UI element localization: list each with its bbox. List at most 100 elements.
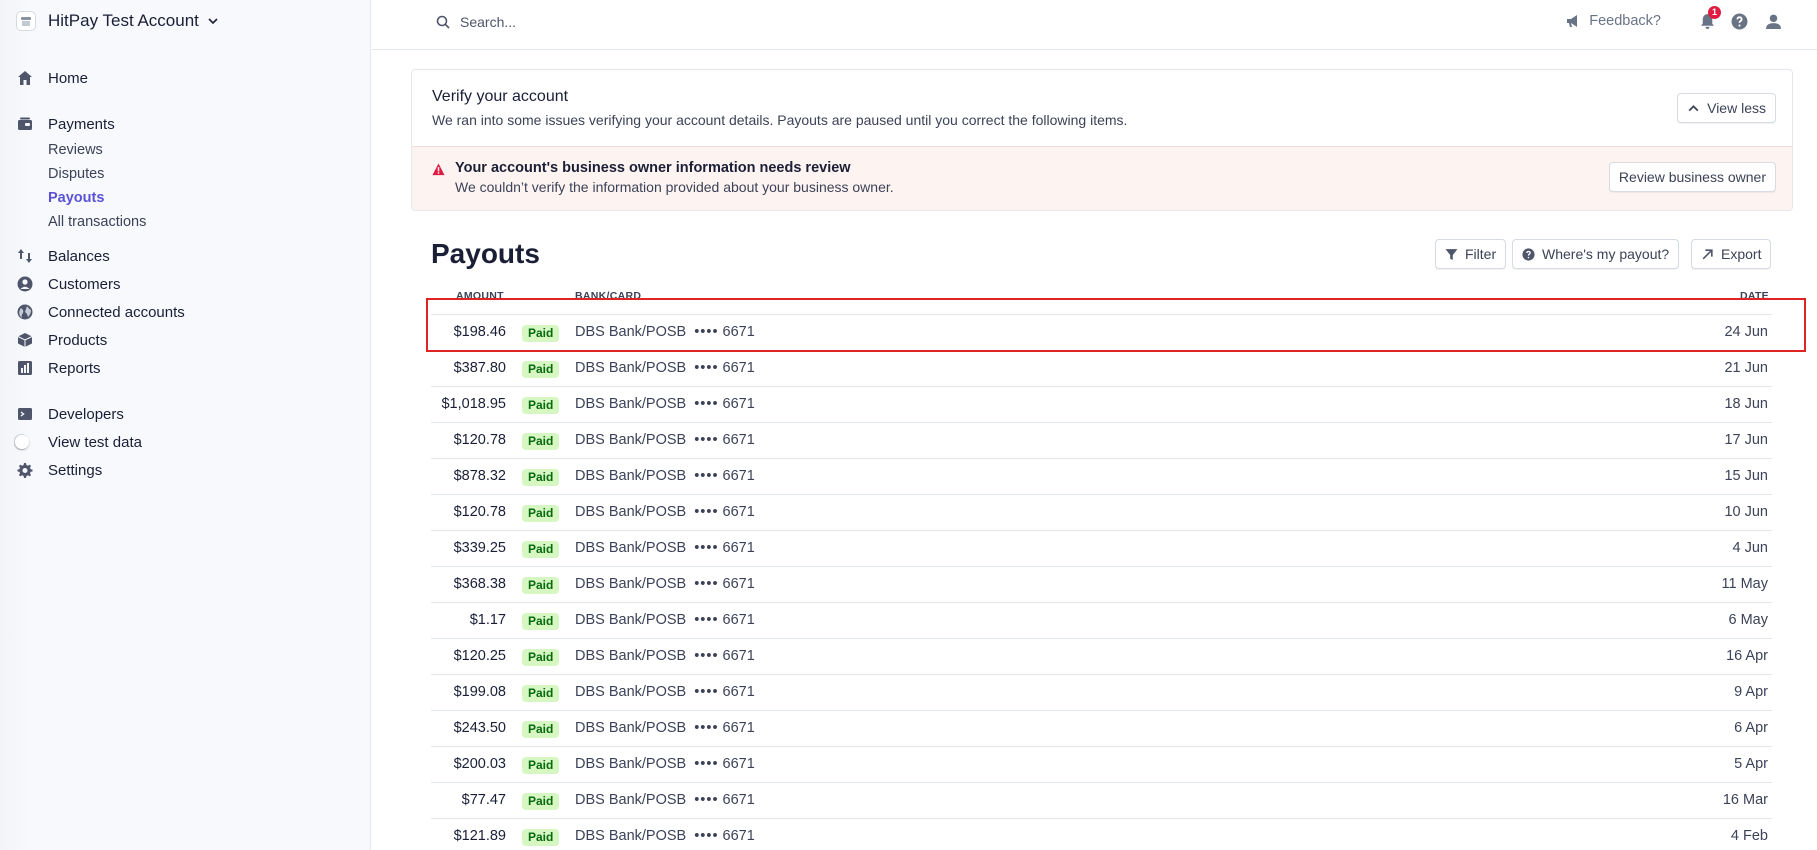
table-row[interactable]: $121.89 Paid DBS Bank/POSB •••• 6671 4 Feb (431, 819, 1772, 850)
table-row[interactable]: $120.78 Paid DBS Bank/POSB •••• 6671 10 Jun (431, 495, 1772, 531)
sidebar: HitPay Test Account Home Payments Review… (0, 0, 371, 850)
masked-dots: •••• (694, 504, 719, 520)
payout-amount: $878.32 (453, 468, 506, 484)
sidebar-item-disputes[interactable]: Disputes (48, 164, 104, 184)
table-row[interactable]: $339.25 Paid DBS Bank/POSB •••• 6671 4 Jun (431, 531, 1772, 567)
sidebar-item-customers[interactable]: Customers (16, 273, 121, 295)
sidebar-item-label: Home (48, 69, 89, 87)
notifications-button[interactable]: 1 (1697, 6, 1721, 31)
bank-name: DBS Bank/POSB (575, 504, 687, 520)
search-input[interactable] (460, 14, 960, 30)
search-icon (436, 15, 450, 29)
verify-header: Verify your account We ran into some iss… (412, 70, 1792, 147)
masked-dots: •••• (694, 540, 719, 556)
export-button[interactable]: Export (1691, 239, 1772, 269)
table-row[interactable]: $120.78 Paid DBS Bank/POSB •••• 6671 17 Jun (431, 423, 1772, 459)
table-row[interactable]: $200.03 Paid DBS Bank/POSB •••• 6671 5 Apr (431, 747, 1772, 783)
bank-name: DBS Bank/POSB (575, 612, 687, 628)
bank-card: DBS Bank/POSB •••• 6671 (575, 612, 755, 628)
export-label: Export (1721, 246, 1762, 262)
help-button[interactable] (1729, 11, 1749, 31)
export-arrow-icon (1702, 248, 1713, 259)
view-test-data-toggle[interactable]: View test data (14, 431, 142, 453)
table-row[interactable]: $120.25 Paid DBS Bank/POSB •••• 6671 16 Apr (431, 639, 1772, 675)
masked-dots: •••• (694, 684, 719, 700)
payout-amount: $1.17 (469, 612, 506, 628)
payout-amount: $199.08 (453, 684, 506, 700)
payout-date: 10 Jun (1724, 504, 1768, 520)
account-last4: 6671 (722, 540, 755, 556)
status-badge: Paid (522, 361, 560, 378)
sidebar-item-connected-accounts[interactable]: Connected accounts (16, 301, 185, 323)
payout-date: 17 Jun (1724, 432, 1768, 448)
payout-amount: $120.25 (453, 648, 506, 664)
globe-icon (16, 303, 34, 321)
masked-dots: •••• (694, 396, 719, 412)
sidebar-item-balances[interactable]: Balances (16, 245, 110, 267)
status-badge: Paid (522, 325, 560, 342)
status-badge: Paid (522, 649, 560, 666)
status-badge: Paid (522, 793, 560, 810)
table-row[interactable]: $77.47 Paid DBS Bank/POSB •••• 6671 16 Mar (431, 783, 1772, 819)
table-row[interactable]: $199.08 Paid DBS Bank/POSB •••• 6671 9 Apr (431, 675, 1772, 711)
sidebar-item-reports[interactable]: Reports (16, 357, 101, 379)
search-bar[interactable] (436, 12, 1036, 32)
toggle-switch[interactable] (14, 433, 34, 451)
payout-amount: $121.89 (453, 828, 506, 844)
bank-name: DBS Bank/POSB (575, 576, 687, 592)
sidebar-item-payouts[interactable]: Payouts (48, 188, 104, 208)
status-badge: Paid (522, 577, 560, 594)
masked-dots: •••• (694, 792, 719, 808)
bank-name: DBS Bank/POSB (575, 432, 687, 448)
sidebar-item-developers[interactable]: Developers (16, 403, 124, 425)
table-row[interactable]: $1.17 Paid DBS Bank/POSB •••• 6671 6 May (431, 603, 1772, 639)
payout-date: 6 Apr (1734, 720, 1768, 736)
payout-amount: $368.38 (453, 576, 506, 592)
payments-icon (16, 115, 34, 133)
account-last4: 6671 (722, 612, 755, 628)
table-row[interactable]: $878.32 Paid DBS Bank/POSB •••• 6671 15 Jun (431, 459, 1772, 495)
terminal-icon (16, 405, 34, 423)
view-less-button[interactable]: View less (1677, 93, 1776, 123)
wheres-my-payout-button[interactable]: Where's my payout? (1512, 239, 1680, 269)
account-switcher[interactable]: HitPay Test Account (16, 8, 219, 34)
filter-label: Filter (1465, 246, 1497, 262)
profile-button[interactable] (1763, 11, 1783, 31)
masked-dots: •••• (694, 432, 719, 448)
bank-name: DBS Bank/POSB (575, 396, 687, 412)
table-row[interactable]: $368.38 Paid DBS Bank/POSB •••• 6671 11 May (431, 567, 1772, 603)
sidebar-item-label: Developers (48, 405, 124, 423)
sidebar-item-payments[interactable]: Payments (16, 113, 115, 135)
table-row[interactable]: $243.50 Paid DBS Bank/POSB •••• 6671 6 Apr (431, 711, 1772, 747)
bank-card: DBS Bank/POSB •••• 6671 (575, 360, 755, 376)
review-business-owner-button[interactable]: Review business owner (1608, 162, 1776, 192)
sidebar-item-settings[interactable]: Settings (16, 459, 102, 481)
table-row[interactable]: $198.46 Paid DBS Bank/POSB •••• 6671 24 Jun (431, 315, 1772, 351)
bank-card: DBS Bank/POSB •••• 6671 (575, 468, 755, 484)
account-last4: 6671 (722, 324, 755, 340)
account-last4: 6671 (722, 684, 755, 700)
verify-account-card: Verify your account We ran into some iss… (411, 69, 1793, 211)
bank-card: DBS Bank/POSB •••• 6671 (575, 720, 755, 736)
topbar: Feedback? 1 (372, 0, 1817, 50)
help-icon (1731, 13, 1747, 29)
sidebar-item-all-transactions[interactable]: All transactions (48, 212, 146, 232)
page-title: Payouts (431, 238, 540, 269)
bank-name: DBS Bank/POSB (575, 540, 687, 556)
table-row[interactable]: $387.80 Paid DBS Bank/POSB •••• 6671 21 Jun (431, 351, 1772, 387)
status-badge: Paid (522, 397, 560, 414)
filter-button[interactable]: Filter (1435, 239, 1507, 269)
account-last4: 6671 (722, 432, 755, 448)
column-header-amount[interactable]: AMOUNT (456, 290, 504, 302)
table-row[interactable]: $1,018.95 Paid DBS Bank/POSB •••• 6671 18 Jun (431, 387, 1772, 423)
sidebar-item-reviews[interactable]: Reviews (48, 140, 103, 160)
column-header-bank[interactable]: BANK/CARD (575, 290, 641, 302)
column-header-date[interactable]: DATE (1740, 290, 1769, 302)
sidebar-item-products[interactable]: Products (16, 329, 107, 351)
masked-dots: •••• (694, 720, 719, 736)
sidebar-item-home[interactable]: Home (16, 67, 88, 89)
gear-icon (16, 461, 34, 479)
alert-title: Your account's business owner informatio… (455, 160, 851, 176)
bank-card: DBS Bank/POSB •••• 6671 (575, 540, 755, 556)
feedback-button[interactable]: Feedback? (1565, 13, 1661, 29)
